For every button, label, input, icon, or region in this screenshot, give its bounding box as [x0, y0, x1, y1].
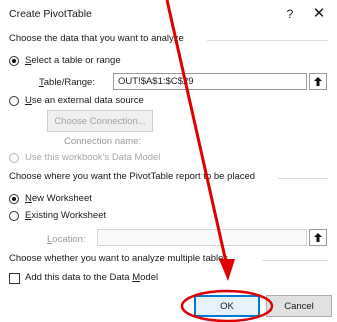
- existing-worksheet-label[interactable]: Existing Worksheet: [25, 210, 106, 221]
- ok-button[interactable]: OK: [194, 295, 260, 317]
- placement-section-heading: Choose where you want the PivotTable rep…: [9, 171, 256, 182]
- multiple-section-heading: Choose whether you want to analyze multi…: [9, 253, 229, 264]
- select-table-radio[interactable]: [9, 56, 19, 66]
- dialog-title: Create PivotTable: [9, 8, 92, 20]
- table-range-label: Table/Range:: [39, 77, 95, 88]
- choose-connection-button[interactable]: Choose Connection...: [47, 110, 153, 132]
- divider: [278, 178, 328, 179]
- range-picker-button[interactable]: [309, 73, 327, 90]
- close-button[interactable]: ✕: [311, 4, 327, 24]
- divider: [207, 40, 328, 41]
- table-range-input[interactable]: OUT!$A$1:$C$29: [113, 73, 307, 90]
- new-worksheet-label[interactable]: New Worksheet: [25, 193, 92, 204]
- cancel-button[interactable]: Cancel: [266, 295, 332, 317]
- source-section-heading: Choose the data that you want to analyze: [9, 33, 184, 44]
- create-pivottable-dialog: Create PivotTable ? ✕ Choose the data th…: [0, 0, 337, 322]
- external-source-label[interactable]: Use an external data source: [25, 95, 144, 106]
- location-label: Location:: [47, 234, 86, 245]
- collapse-arrow-icon: [314, 233, 322, 242]
- data-model-radio[interactable]: [9, 153, 19, 163]
- add-data-model-checkbox[interactable]: [9, 273, 20, 284]
- select-table-label[interactable]: Select a table or range: [25, 55, 121, 66]
- title-bar: Create PivotTable ? ✕: [0, 0, 337, 28]
- add-data-model-label[interactable]: Add this data to the Data Model: [25, 272, 158, 283]
- data-model-label[interactable]: Use this workbook's Data Model: [25, 152, 160, 163]
- existing-worksheet-radio[interactable]: [9, 211, 19, 221]
- new-worksheet-radio[interactable]: [9, 194, 19, 204]
- location-picker-button[interactable]: [309, 229, 327, 246]
- location-input[interactable]: [97, 229, 307, 246]
- connection-name-label: Connection name:: [64, 136, 142, 147]
- collapse-arrow-icon: [314, 77, 322, 86]
- external-source-radio[interactable]: [9, 96, 19, 106]
- help-button[interactable]: ?: [283, 5, 297, 23]
- divider: [262, 260, 328, 261]
